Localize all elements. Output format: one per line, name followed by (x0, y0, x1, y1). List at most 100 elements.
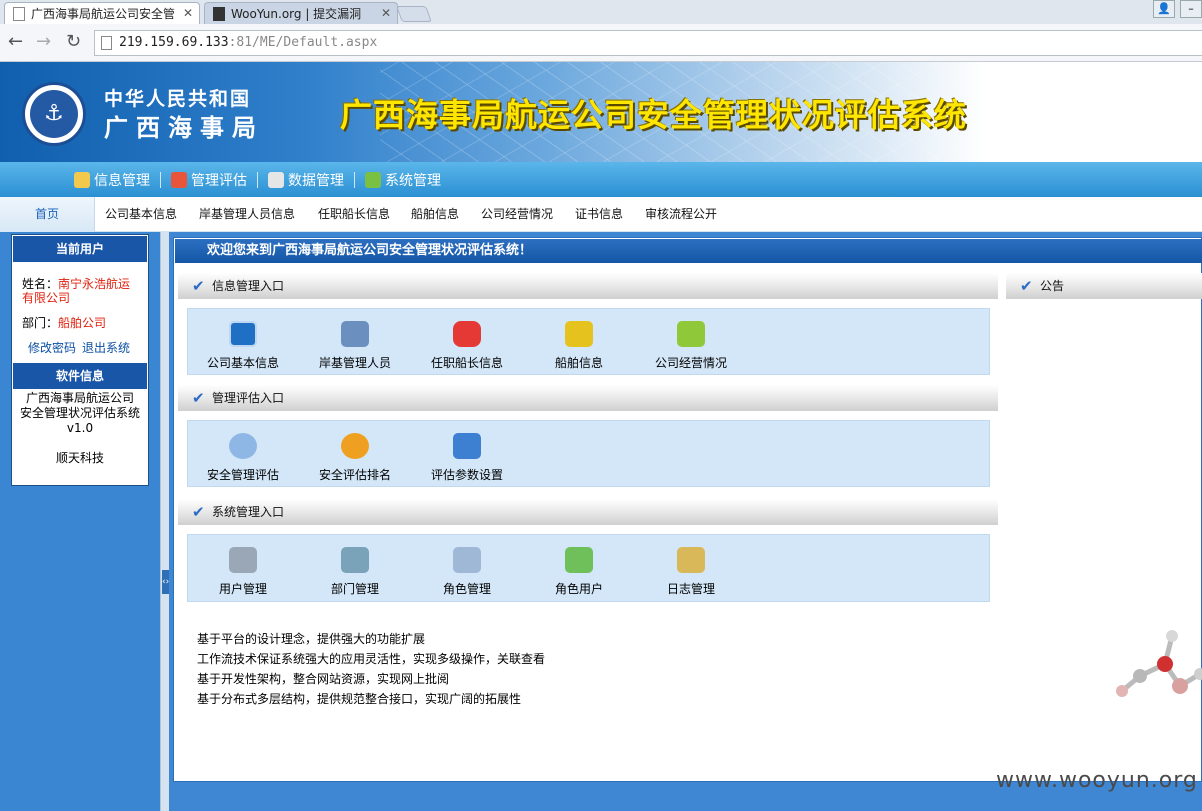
sidebar-splitter[interactable]: ‹› (160, 232, 169, 811)
org-name-line2: 广西海事局 (104, 113, 264, 142)
change-password-link[interactable]: 修改密码 (28, 339, 76, 356)
safety-evaluation-entry[interactable]: 安全管理评估 (187, 421, 299, 487)
section-title: 系统管理入口 (212, 505, 285, 519)
browser-tab-active[interactable]: 广西海事局航运公司安全管 ✕ (4, 2, 200, 24)
tab-title: 广西海事局航运公司安全管 (31, 7, 176, 21)
menu-label: 数据管理 (288, 172, 344, 189)
menu-data-management[interactable]: 数据管理 (268, 170, 355, 190)
org-name-line1: 中华人民共和国 (104, 88, 252, 110)
user-edit-icon (229, 547, 257, 573)
company-info-entry[interactable]: 公司基本信息 (187, 309, 299, 375)
nav-home[interactable]: 首页 (0, 197, 95, 232)
system-panel: 用户管理 部门管理 角色管理 角色用户 日志管理 (187, 534, 990, 602)
building-icon (341, 547, 369, 573)
back-arrow-icon[interactable]: ← (8, 32, 23, 52)
menu-label: 管理评估 (191, 172, 247, 189)
tab-title: WooYun.org | 提交漏洞 (231, 7, 362, 21)
system-icon (365, 171, 381, 188)
section-header-system: ✔ 系统管理入口 (178, 499, 998, 525)
dept-value: 船舶公司 (58, 316, 107, 330)
role-user-entry[interactable]: 角色用户 (523, 535, 635, 601)
stop-hand-icon (453, 321, 481, 347)
notice-title: 公告 (1040, 279, 1065, 293)
nav-company-info[interactable]: 公司基本信息 (105, 197, 177, 232)
log-icon (677, 547, 705, 573)
entry-label: 任职船长信息 (430, 356, 503, 370)
site-banner: ⚓ 中华人民共和国 广西海事局 广西海事局航运公司安全管理状况评估系统 (0, 62, 1202, 162)
entry-label: 评估参数设置 (430, 468, 503, 482)
reload-icon[interactable]: ↻ (66, 32, 81, 52)
nav-certificate-info[interactable]: 证书信息 (575, 197, 623, 232)
evaluation-panel: 安全管理评估 安全评估排名 评估参数设置 (187, 420, 990, 487)
info-management-icon (74, 171, 90, 188)
entry-label: 角色用户 (554, 582, 603, 596)
entry-label: 船舶信息 (554, 356, 603, 370)
table-icon (268, 171, 284, 188)
current-user-header: 当前用户 (13, 236, 147, 262)
menu-label: 信息管理 (94, 172, 150, 189)
nav-audit-process[interactable]: 审核流程公开 (645, 197, 717, 232)
info-management-panel: 公司基本信息 岸基管理人员 任职船长信息 船舶信息 公司经营情况 (187, 308, 990, 375)
url-host: 219.159.69.133 (119, 35, 229, 50)
id-card-icon (229, 321, 257, 347)
shore-staff-entry[interactable]: 岸基管理人员 (299, 309, 411, 375)
welcome-banner: 欢迎您来到广西海事局航运公司安全管理状况评估系统！ (175, 239, 1202, 263)
system-title: 广西海事局航运公司安全管理状况评估系统 (340, 96, 968, 134)
stack-icon (677, 321, 705, 347)
department-management-entry[interactable]: 部门管理 (299, 535, 411, 601)
nav-shore-staff-info[interactable]: 岸基管理人员信息 (199, 197, 295, 232)
entry-label: 公司经营情况 (654, 356, 727, 370)
feature-line-3: 基于开发性架构，整合网站资源，实现网上批阅 (197, 672, 450, 686)
ship-card-icon (565, 321, 593, 347)
log-management-entry[interactable]: 日志管理 (635, 535, 747, 601)
nav-business-info[interactable]: 公司经营情况 (481, 197, 553, 232)
address-bar[interactable]: 219.159.69.133:81/ME/Default.aspx (94, 30, 1202, 56)
page-icon (13, 6, 25, 21)
section-title: 管理评估入口 (212, 391, 285, 405)
sub-navigation: 首页 公司基本信息 岸基管理人员信息 任职船长信息 船舶信息 公司经营情况 证书… (0, 197, 1202, 232)
menu-management-evaluation[interactable]: 管理评估 (171, 170, 258, 190)
browser-tab-wooyun[interactable]: WooYun.org | 提交漏洞 ✕ (204, 2, 398, 24)
checkmark-icon: ✔ (192, 277, 205, 295)
software-name-line1: 广西海事局航运公司 (25, 391, 134, 405)
menu-info-management[interactable]: 信息管理 (74, 170, 161, 190)
nav-captain-info[interactable]: 任职船长信息 (318, 197, 390, 232)
software-version: v1.0 (66, 421, 94, 435)
nav-ship-info[interactable]: 船舶信息 (411, 197, 459, 232)
browser-toolbar: ← → ↻ 219.159.69.133:81/ME/Default.aspx (0, 24, 1202, 62)
menu-system-management[interactable]: 系统管理 (365, 170, 441, 190)
software-vendor: 顺天科技 (55, 451, 104, 465)
entry-label: 岸基管理人员 (318, 356, 391, 370)
forward-arrow-icon[interactable]: → (36, 32, 51, 52)
close-tab-icon[interactable]: ✕ (381, 6, 391, 20)
logout-link[interactable]: 退出系统 (82, 339, 130, 356)
page-icon (101, 36, 112, 50)
magnifier-icon (229, 433, 257, 459)
feature-line-4: 基于分布式多层结构，提供规范整合接口，实现广阔的拓展性 (197, 692, 522, 706)
msa-logo: ⚓ (22, 82, 86, 146)
menu-divider (257, 171, 258, 188)
captain-info-entry[interactable]: 任职船长信息 (411, 309, 523, 375)
menu-divider (354, 171, 355, 188)
safety-ranking-entry[interactable]: 安全评估排名 (299, 421, 411, 487)
business-info-entry[interactable]: 公司经营情况 (635, 309, 747, 375)
wooyun-watermark: www.wooyun.org (996, 768, 1198, 793)
entry-label: 角色管理 (442, 582, 491, 596)
menu-label: 系统管理 (385, 172, 441, 189)
user-profile-icon[interactable]: 👤 (1153, 0, 1175, 18)
role-management-entry[interactable]: 角色管理 (411, 535, 523, 601)
evaluation-icon (171, 171, 187, 188)
collapse-arrow-icon[interactable]: ‹› (162, 570, 169, 594)
entry-label: 公司基本信息 (206, 356, 279, 370)
checkmark-icon: ✔ (192, 389, 205, 407)
ship-info-entry[interactable]: 船舶信息 (523, 309, 635, 375)
minimize-icon[interactable]: – (1180, 0, 1202, 18)
evaluation-settings-entry[interactable]: 评估参数设置 (411, 421, 523, 487)
main-menu: 信息管理 管理评估 数据管理 系统管理 (0, 162, 1202, 197)
name-value-line2: 有限公司 (22, 291, 71, 305)
content-frame: 欢迎您来到广西海事局航运公司安全管理状况评估系统！ ✔ 信息管理入口 ✔ 公告 … (173, 237, 1202, 782)
new-tab-button[interactable] (396, 6, 432, 22)
left-sidebar: 当前用户 姓名： 南宁永浩航运 有限公司 部门： 船舶公司 修改密码 退出系统 … (11, 234, 149, 486)
user-management-entry[interactable]: 用户管理 (187, 535, 299, 601)
close-tab-icon[interactable]: ✕ (183, 6, 193, 20)
